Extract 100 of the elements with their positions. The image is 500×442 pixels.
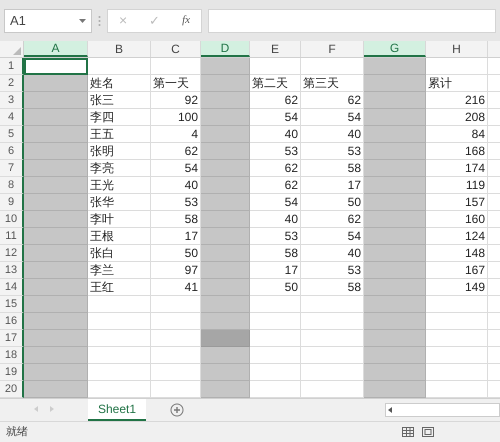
- row-header[interactable]: 4: [0, 109, 24, 126]
- table-cell: 张华: [88, 194, 151, 211]
- dropdown-icon: [79, 18, 86, 22]
- table-cell: 53: [301, 143, 364, 160]
- table-cell: 174: [426, 160, 488, 177]
- table-cell: 119: [426, 177, 488, 194]
- column-header[interactable]: E: [250, 41, 301, 57]
- insert-function-button[interactable]: fx: [182, 12, 190, 29]
- table-cell: 王根: [88, 228, 151, 245]
- table-cell: 张明: [88, 143, 151, 160]
- table-cell: 168: [426, 143, 488, 160]
- row-header[interactable]: 13: [0, 262, 24, 279]
- row-header[interactable]: 17: [0, 330, 24, 347]
- table-cell: 62: [250, 92, 301, 109]
- table-cell: 第二天: [250, 75, 301, 92]
- table-cell: 53: [151, 194, 201, 211]
- table-cell: 53: [250, 228, 301, 245]
- table-cell: 17: [151, 228, 201, 245]
- column-header[interactable]: B: [88, 41, 151, 57]
- name-box[interactable]: A1: [4, 8, 92, 32]
- column-header[interactable]: G: [364, 41, 426, 57]
- scroll-left-icon[interactable]: [388, 407, 392, 413]
- table-cell: 208: [426, 109, 488, 126]
- table-cell: 姓名: [88, 75, 151, 92]
- table-cell: 李亮: [88, 160, 151, 177]
- row-header[interactable]: 15: [0, 296, 24, 313]
- grip-icon: [98, 14, 101, 26]
- table-cell: 张白: [88, 245, 151, 262]
- table-cell: 54: [151, 160, 201, 177]
- table-cell: 41: [151, 279, 201, 296]
- add-sheet-icon[interactable]: [170, 403, 184, 417]
- formula-input-field[interactable]: [208, 8, 496, 32]
- row-header[interactable]: 9: [0, 194, 24, 211]
- table-cell: 40: [301, 126, 364, 143]
- table-cell: 62: [151, 143, 201, 160]
- table-cell: 54: [301, 228, 364, 245]
- table-cell: 李兰: [88, 262, 151, 279]
- table-cell: 58: [301, 160, 364, 177]
- table-cell: 李叶: [88, 211, 151, 228]
- table-cell: 92: [151, 92, 201, 109]
- table-cell: 62: [301, 92, 364, 109]
- table-cell: 58: [250, 245, 301, 262]
- table-cell: 54: [250, 194, 301, 211]
- table-cell: 54: [301, 109, 364, 126]
- normal-view-icon[interactable]: [402, 427, 414, 437]
- table-cell: 62: [301, 211, 364, 228]
- table-cell: 50: [301, 194, 364, 211]
- column-header[interactable]: A: [24, 41, 88, 57]
- table-cell: 累计: [426, 75, 488, 92]
- table-cell: 53: [250, 143, 301, 160]
- row-header[interactable]: 2: [0, 75, 24, 92]
- row-header[interactable]: 6: [0, 143, 24, 160]
- row-header[interactable]: 5: [0, 126, 24, 143]
- table-cell: 157: [426, 194, 488, 211]
- table-cell: 58: [151, 211, 201, 228]
- table-cell: 167: [426, 262, 488, 279]
- table-cell: 148: [426, 245, 488, 262]
- column-header[interactable]: H: [426, 41, 488, 57]
- table-cell: 17: [250, 262, 301, 279]
- table-cell: 第三天: [301, 75, 364, 92]
- row-header[interactable]: 16: [0, 313, 24, 330]
- table-cell: 62: [250, 160, 301, 177]
- table-cell: 李四: [88, 109, 151, 126]
- column-header[interactable]: D: [201, 41, 250, 57]
- page-layout-icon[interactable]: [422, 427, 434, 437]
- table-cell: 40: [250, 211, 301, 228]
- table-cell: 17: [301, 177, 364, 194]
- table-cell: 124: [426, 228, 488, 245]
- table-cell: 40: [151, 177, 201, 194]
- row-header[interactable]: 11: [0, 228, 24, 245]
- row-header[interactable]: 12: [0, 245, 24, 262]
- table-cell: 张三: [88, 92, 151, 109]
- table-cell: 40: [301, 245, 364, 262]
- table-cell: 50: [250, 279, 301, 296]
- table-cell: 84: [426, 126, 488, 143]
- table-cell: 王红: [88, 279, 151, 296]
- table-cell: 54: [250, 109, 301, 126]
- table-cell: 97: [151, 262, 201, 279]
- table-cell: 王五: [88, 126, 151, 143]
- row-header[interactable]: 19: [0, 364, 24, 381]
- row-header[interactable]: 18: [0, 347, 24, 364]
- table-cell: 216: [426, 92, 488, 109]
- row-header[interactable]: 10: [0, 211, 24, 228]
- table-cell: 第一天: [151, 75, 201, 92]
- row-header[interactable]: 1: [0, 58, 24, 75]
- table-cell: 50: [151, 245, 201, 262]
- table-cell: 4: [151, 126, 201, 143]
- corner-triangle-icon: [13, 47, 21, 55]
- row-header[interactable]: 8: [0, 177, 24, 194]
- active-cell[interactable]: [24, 58, 88, 75]
- row-header[interactable]: 20: [0, 381, 24, 398]
- table-cell: 58: [301, 279, 364, 296]
- row-header[interactable]: 14: [0, 279, 24, 296]
- horizontal-scrollbar[interactable]: [385, 403, 500, 417]
- table-cell: 149: [426, 279, 488, 296]
- table-cell: 王光: [88, 177, 151, 194]
- row-header[interactable]: 7: [0, 160, 24, 177]
- table-cell: 160: [426, 211, 488, 228]
- row-header[interactable]: 3: [0, 92, 24, 109]
- sheet-tab[interactable]: Sheet1: [88, 399, 146, 421]
